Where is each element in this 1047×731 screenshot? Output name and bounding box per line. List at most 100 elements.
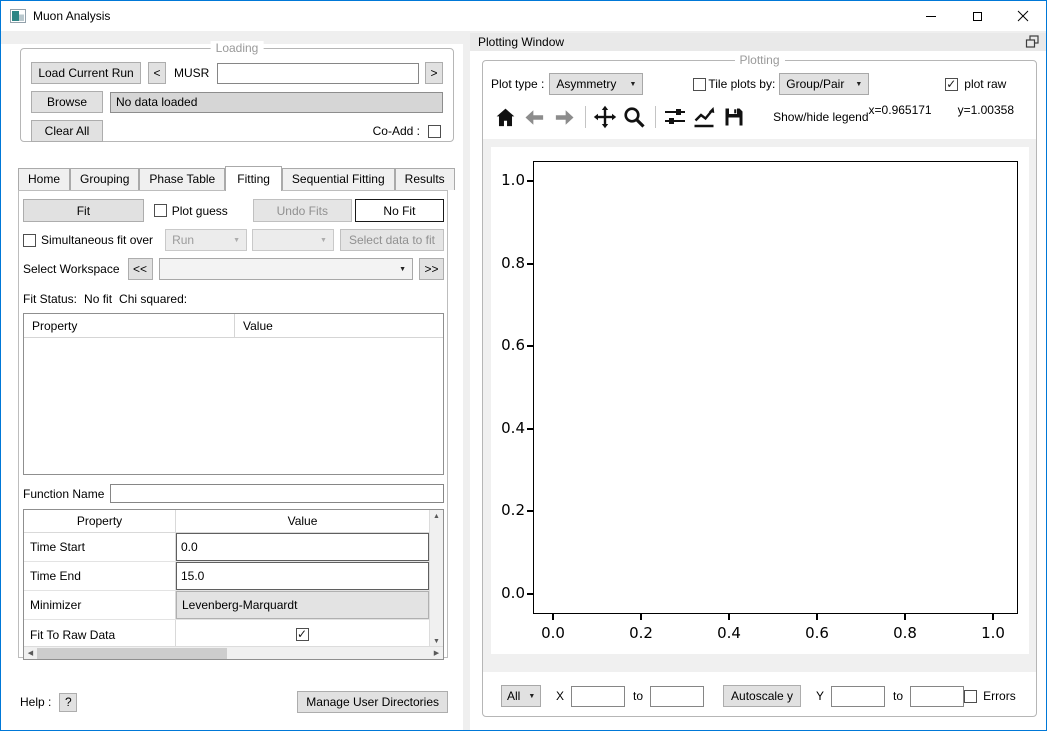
tab-sequential-fitting[interactable]: Sequential Fitting xyxy=(282,168,395,190)
plot-type-select[interactable]: Asymmetry▼ xyxy=(549,73,643,95)
x-tick-mark xyxy=(904,614,906,620)
plotting-body: Plotting Plot type : Asymmetry▼ Tile plo… xyxy=(470,51,1046,730)
table-row-minimizer: Minimizer Levenberg-Marquardt xyxy=(24,591,429,620)
dock-titlebar[interactable]: Plotting Window xyxy=(470,33,1046,51)
co-add-checkbox[interactable] xyxy=(428,125,441,138)
table-row-fit-to-raw-data: Fit To Raw Data xyxy=(24,620,429,649)
x-tick-label: 0.8 xyxy=(883,624,927,642)
x-tick-label: 0.4 xyxy=(707,624,751,642)
function-name-input[interactable] xyxy=(110,484,444,503)
x-tick-mark xyxy=(816,614,818,620)
cursor-x-value: x=0.965171 xyxy=(869,103,932,117)
next-run-button[interactable]: > xyxy=(425,62,443,84)
tab-results[interactable]: Results xyxy=(395,168,455,190)
x-min-input[interactable] xyxy=(571,686,625,707)
simultaneous-fit-checkbox[interactable] xyxy=(23,234,36,247)
tab-grouping[interactable]: Grouping xyxy=(70,168,139,190)
x-tick-mark xyxy=(640,614,642,620)
manage-user-directories-button[interactable]: Manage User Directories xyxy=(297,691,448,713)
settings-column-value: Value xyxy=(176,510,429,532)
fit-to-raw-data-checkbox[interactable] xyxy=(296,628,309,641)
workspace-prev-button[interactable]: << xyxy=(128,258,153,280)
clear-all-button[interactable]: Clear All xyxy=(31,120,103,142)
y-tick-mark xyxy=(527,510,533,512)
tab-home[interactable]: Home xyxy=(18,168,70,190)
tile-plots-select[interactable]: Group/Pair▼ xyxy=(779,73,869,95)
autoscale-y-button[interactable]: Autoscale y xyxy=(723,685,801,707)
previous-run-button[interactable]: < xyxy=(148,62,166,84)
pan-button[interactable] xyxy=(593,104,618,130)
x-max-input[interactable] xyxy=(650,686,704,707)
window-controls xyxy=(908,1,1046,31)
fit-button[interactable]: Fit xyxy=(23,199,144,222)
show-hide-legend-button[interactable]: Show/hide legend xyxy=(773,110,868,124)
maximize-button[interactable] xyxy=(954,1,1000,31)
x-tick-mark xyxy=(552,614,554,620)
back-arrow-icon xyxy=(523,106,546,129)
time-end-input[interactable] xyxy=(176,562,429,590)
plot-options-button[interactable] xyxy=(663,104,688,130)
help-button[interactable]: ? xyxy=(59,693,77,712)
loading-group: Loading Load Current Run < MUSR > Browse… xyxy=(20,48,454,142)
forward-button[interactable] xyxy=(552,104,577,130)
chevron-down-icon: ▼ xyxy=(855,81,862,88)
errors-checkbox[interactable] xyxy=(964,690,977,703)
home-button[interactable] xyxy=(493,104,518,130)
float-icon xyxy=(1025,35,1039,48)
tab-phase-table[interactable]: Phase Table xyxy=(139,168,225,190)
parameters-column-value[interactable]: Value xyxy=(235,319,273,333)
tab-fitting[interactable]: Fitting xyxy=(225,166,282,191)
parameters-column-property[interactable]: Property xyxy=(24,314,235,337)
tile-plots-checkbox[interactable] xyxy=(693,78,706,91)
scroll-right-icon[interactable]: ▶ xyxy=(430,647,443,659)
select-data-to-fit-button: Select data to fit xyxy=(340,229,444,251)
plot-scope-select[interactable]: All▼ xyxy=(501,685,541,707)
plot-toolbar: Show/hide legend x=0.965171 y=1.00358 xyxy=(483,104,1036,130)
y-min-input[interactable] xyxy=(831,686,885,707)
line-style-button[interactable] xyxy=(692,104,717,130)
muon-analysis-panel: Loading Load Current Run < MUSR > Browse… xyxy=(1,44,463,730)
run-number-input[interactable] xyxy=(217,63,419,84)
scroll-up-icon[interactable]: ▲ xyxy=(430,510,443,523)
y-tick-label: 0.6 xyxy=(491,336,525,354)
browse-button[interactable]: Browse xyxy=(31,91,103,113)
x-tick-label: 0.6 xyxy=(795,624,839,642)
minimize-button[interactable] xyxy=(908,1,954,31)
minimize-icon xyxy=(926,16,936,17)
plotting-window-dock: Plotting Window Plotting Plot type : Asy… xyxy=(470,31,1046,730)
y-to-label: to xyxy=(893,689,903,703)
minimizer-select[interactable]: Levenberg-Marquardt xyxy=(176,591,429,619)
back-button[interactable] xyxy=(523,104,548,130)
x-tick-label: 0.0 xyxy=(531,624,575,642)
plot-axes[interactable] xyxy=(533,161,1018,614)
cursor-coordinates: x=0.965171 y=1.00358 xyxy=(869,103,1014,117)
settings-horizontal-scrollbar[interactable]: ◀ ▶ xyxy=(24,646,443,659)
tab-bar: Home Grouping Phase Table Fitting Sequen… xyxy=(18,166,455,190)
workspace-next-button[interactable]: >> xyxy=(419,258,444,280)
time-start-input[interactable] xyxy=(176,533,429,561)
float-dock-button[interactable] xyxy=(1025,35,1041,49)
title-bar[interactable]: Muon Analysis xyxy=(1,1,1046,31)
plotting-group: Plotting Plot type : Asymmetry▼ Tile plo… xyxy=(482,60,1037,717)
chevron-down-icon: ▼ xyxy=(629,81,636,88)
fit-state-button[interactable]: No Fit xyxy=(355,199,444,222)
save-icon xyxy=(722,105,746,129)
close-button[interactable] xyxy=(1000,1,1046,31)
y-tick-mark xyxy=(527,263,533,265)
scrollbar-thumb[interactable] xyxy=(37,648,227,659)
workspace-select[interactable]: ▼ xyxy=(159,258,414,280)
x-to-label: to xyxy=(633,689,643,703)
settings-vertical-scrollbar[interactable]: ▲ ▼ xyxy=(429,510,443,648)
y-max-input[interactable] xyxy=(910,686,964,707)
chevron-down-icon: ▼ xyxy=(528,693,535,700)
plot-guess-checkbox[interactable] xyxy=(154,204,167,217)
plot-type-label: Plot type : xyxy=(491,77,544,91)
load-current-run-button[interactable]: Load Current Run xyxy=(31,62,141,84)
save-button[interactable] xyxy=(722,104,747,130)
plot-canvas[interactable]: 1.00.80.60.40.20.00.00.20.40.60.81.0 xyxy=(491,147,1029,654)
scroll-left-icon[interactable]: ◀ xyxy=(24,647,37,659)
x-tick-mark xyxy=(728,614,730,620)
plot-raw-checkbox[interactable] xyxy=(945,78,958,91)
zoom-button[interactable] xyxy=(622,104,647,130)
y-tick-label: 0.4 xyxy=(491,419,525,437)
